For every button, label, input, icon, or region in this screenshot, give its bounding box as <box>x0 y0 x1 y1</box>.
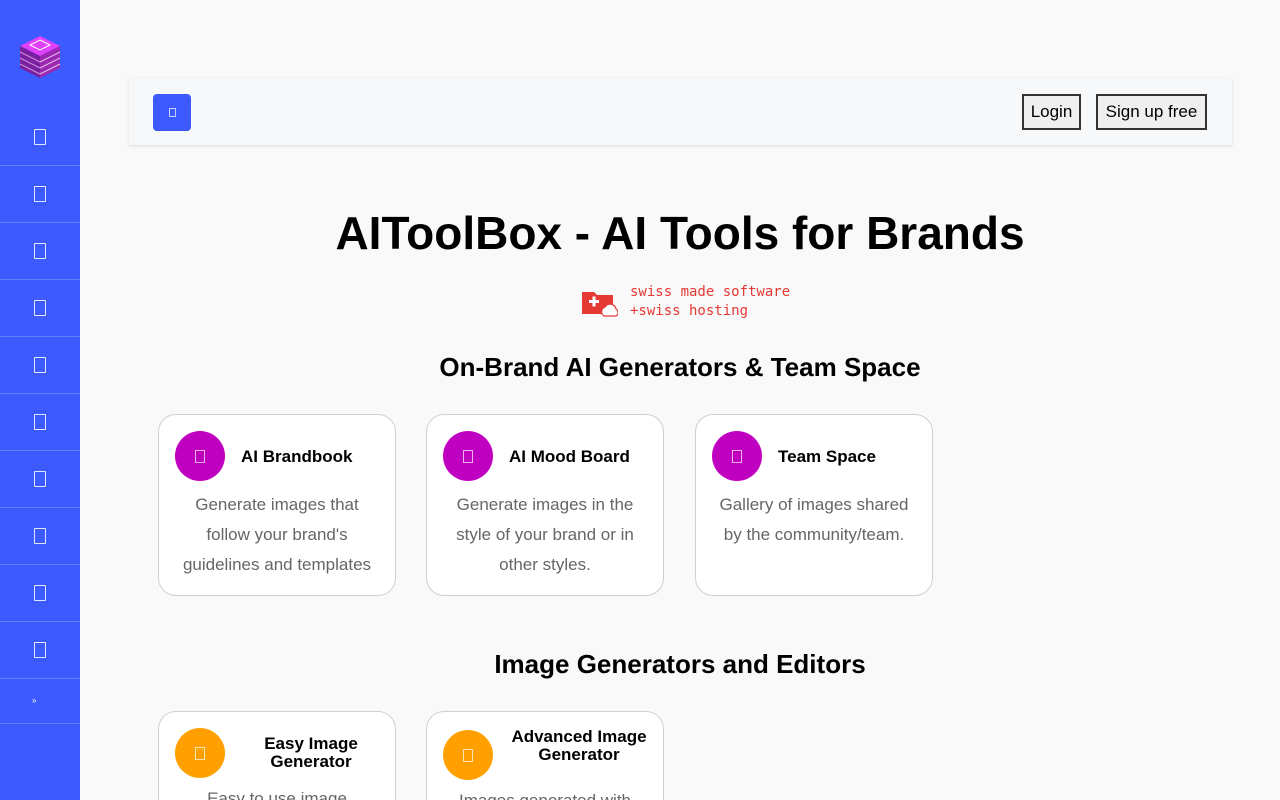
home-icon <box>34 129 46 145</box>
logo-icon[interactable] <box>18 34 62 80</box>
brandbook-icon <box>34 186 46 202</box>
card-icon-circle <box>175 431 225 481</box>
sidebar-item-3[interactable] <box>0 223 80 280</box>
page-title: AIToolBox - AI Tools for Brands <box>335 207 1025 259</box>
card-title: AI Mood Board <box>509 447 630 466</box>
card-description: Easy to use image <box>207 789 347 800</box>
card-title: Advanced Image Generator <box>511 727 647 764</box>
image-icon <box>463 748 473 762</box>
section-title-brand: On-Brand AI Generators & Team Space <box>439 352 921 382</box>
card-title: Team Space <box>778 447 876 466</box>
swiss-line-1: swiss made software <box>630 284 791 300</box>
image-icon <box>34 357 46 373</box>
video-icon <box>34 471 46 487</box>
settings-icon <box>34 585 46 601</box>
swiss-line-2: +swiss hosting <box>630 303 749 319</box>
text-icon <box>34 528 46 544</box>
sidebar-item-5[interactable] <box>0 337 80 394</box>
image-icon <box>195 746 205 760</box>
login-button[interactable]: Login <box>1022 94 1081 130</box>
card-ai-mood-board[interactable]: AI Mood Board Generate images in the sty… <box>426 414 664 596</box>
sidebar-item-1[interactable] <box>0 109 80 166</box>
card-icon-circle <box>175 728 225 778</box>
team-icon <box>34 300 46 316</box>
signup-button[interactable]: Sign up free <box>1096 94 1207 130</box>
menu-icon <box>168 108 176 117</box>
sidebar-item-6[interactable] <box>0 394 80 451</box>
menu-button[interactable] <box>153 94 191 131</box>
sidebar-item-4[interactable] <box>0 280 80 337</box>
swiss-folder-icon <box>582 292 618 317</box>
sidebar-item-8[interactable] <box>0 508 80 565</box>
sidebar-item-2[interactable] <box>0 166 80 223</box>
sidebar-item-9[interactable] <box>0 565 80 622</box>
card-description: Generate images that follow your brand's… <box>182 495 372 574</box>
team-icon <box>732 449 742 463</box>
editor-icon <box>34 414 46 430</box>
card-ai-brandbook[interactable]: AI Brandbook Generate images that follow… <box>158 414 396 596</box>
card-icon-circle <box>443 431 493 481</box>
card-easy-image-generator[interactable]: Easy Image Generator Easy to use image <box>158 711 396 800</box>
card-description: Generate images in the style of your bra… <box>456 495 634 574</box>
section-title-image: Image Generators and Editors <box>494 649 866 679</box>
sidebar-item-7[interactable] <box>0 451 80 508</box>
top-bar: Login Sign up free <box>129 78 1232 145</box>
card-icon-circle <box>712 431 762 481</box>
help-icon <box>34 642 46 658</box>
card-title: AI Brandbook <box>241 447 353 466</box>
card-icon-circle <box>443 730 493 780</box>
card-description: Gallery of images shared by the communit… <box>719 495 909 544</box>
moodboard-icon <box>34 243 46 259</box>
card-team-space[interactable]: Team Space Gallery of images shared by t… <box>695 414 933 596</box>
card-advanced-image-generator[interactable]: Advanced Image Generator Images generate… <box>426 711 664 800</box>
swiss-made-badge: swiss made software +swiss hosting <box>580 284 800 324</box>
sidebar-collapse[interactable]: » <box>0 679 80 724</box>
sidebar-item-10[interactable] <box>0 622 80 679</box>
brandbook-icon <box>195 449 205 463</box>
card-title: Easy Image Generator <box>264 734 358 771</box>
sidebar: » <box>0 0 80 800</box>
card-description: Images generated with <box>441 786 649 800</box>
moodboard-icon <box>463 449 473 463</box>
collapse-icon: » <box>32 696 37 705</box>
